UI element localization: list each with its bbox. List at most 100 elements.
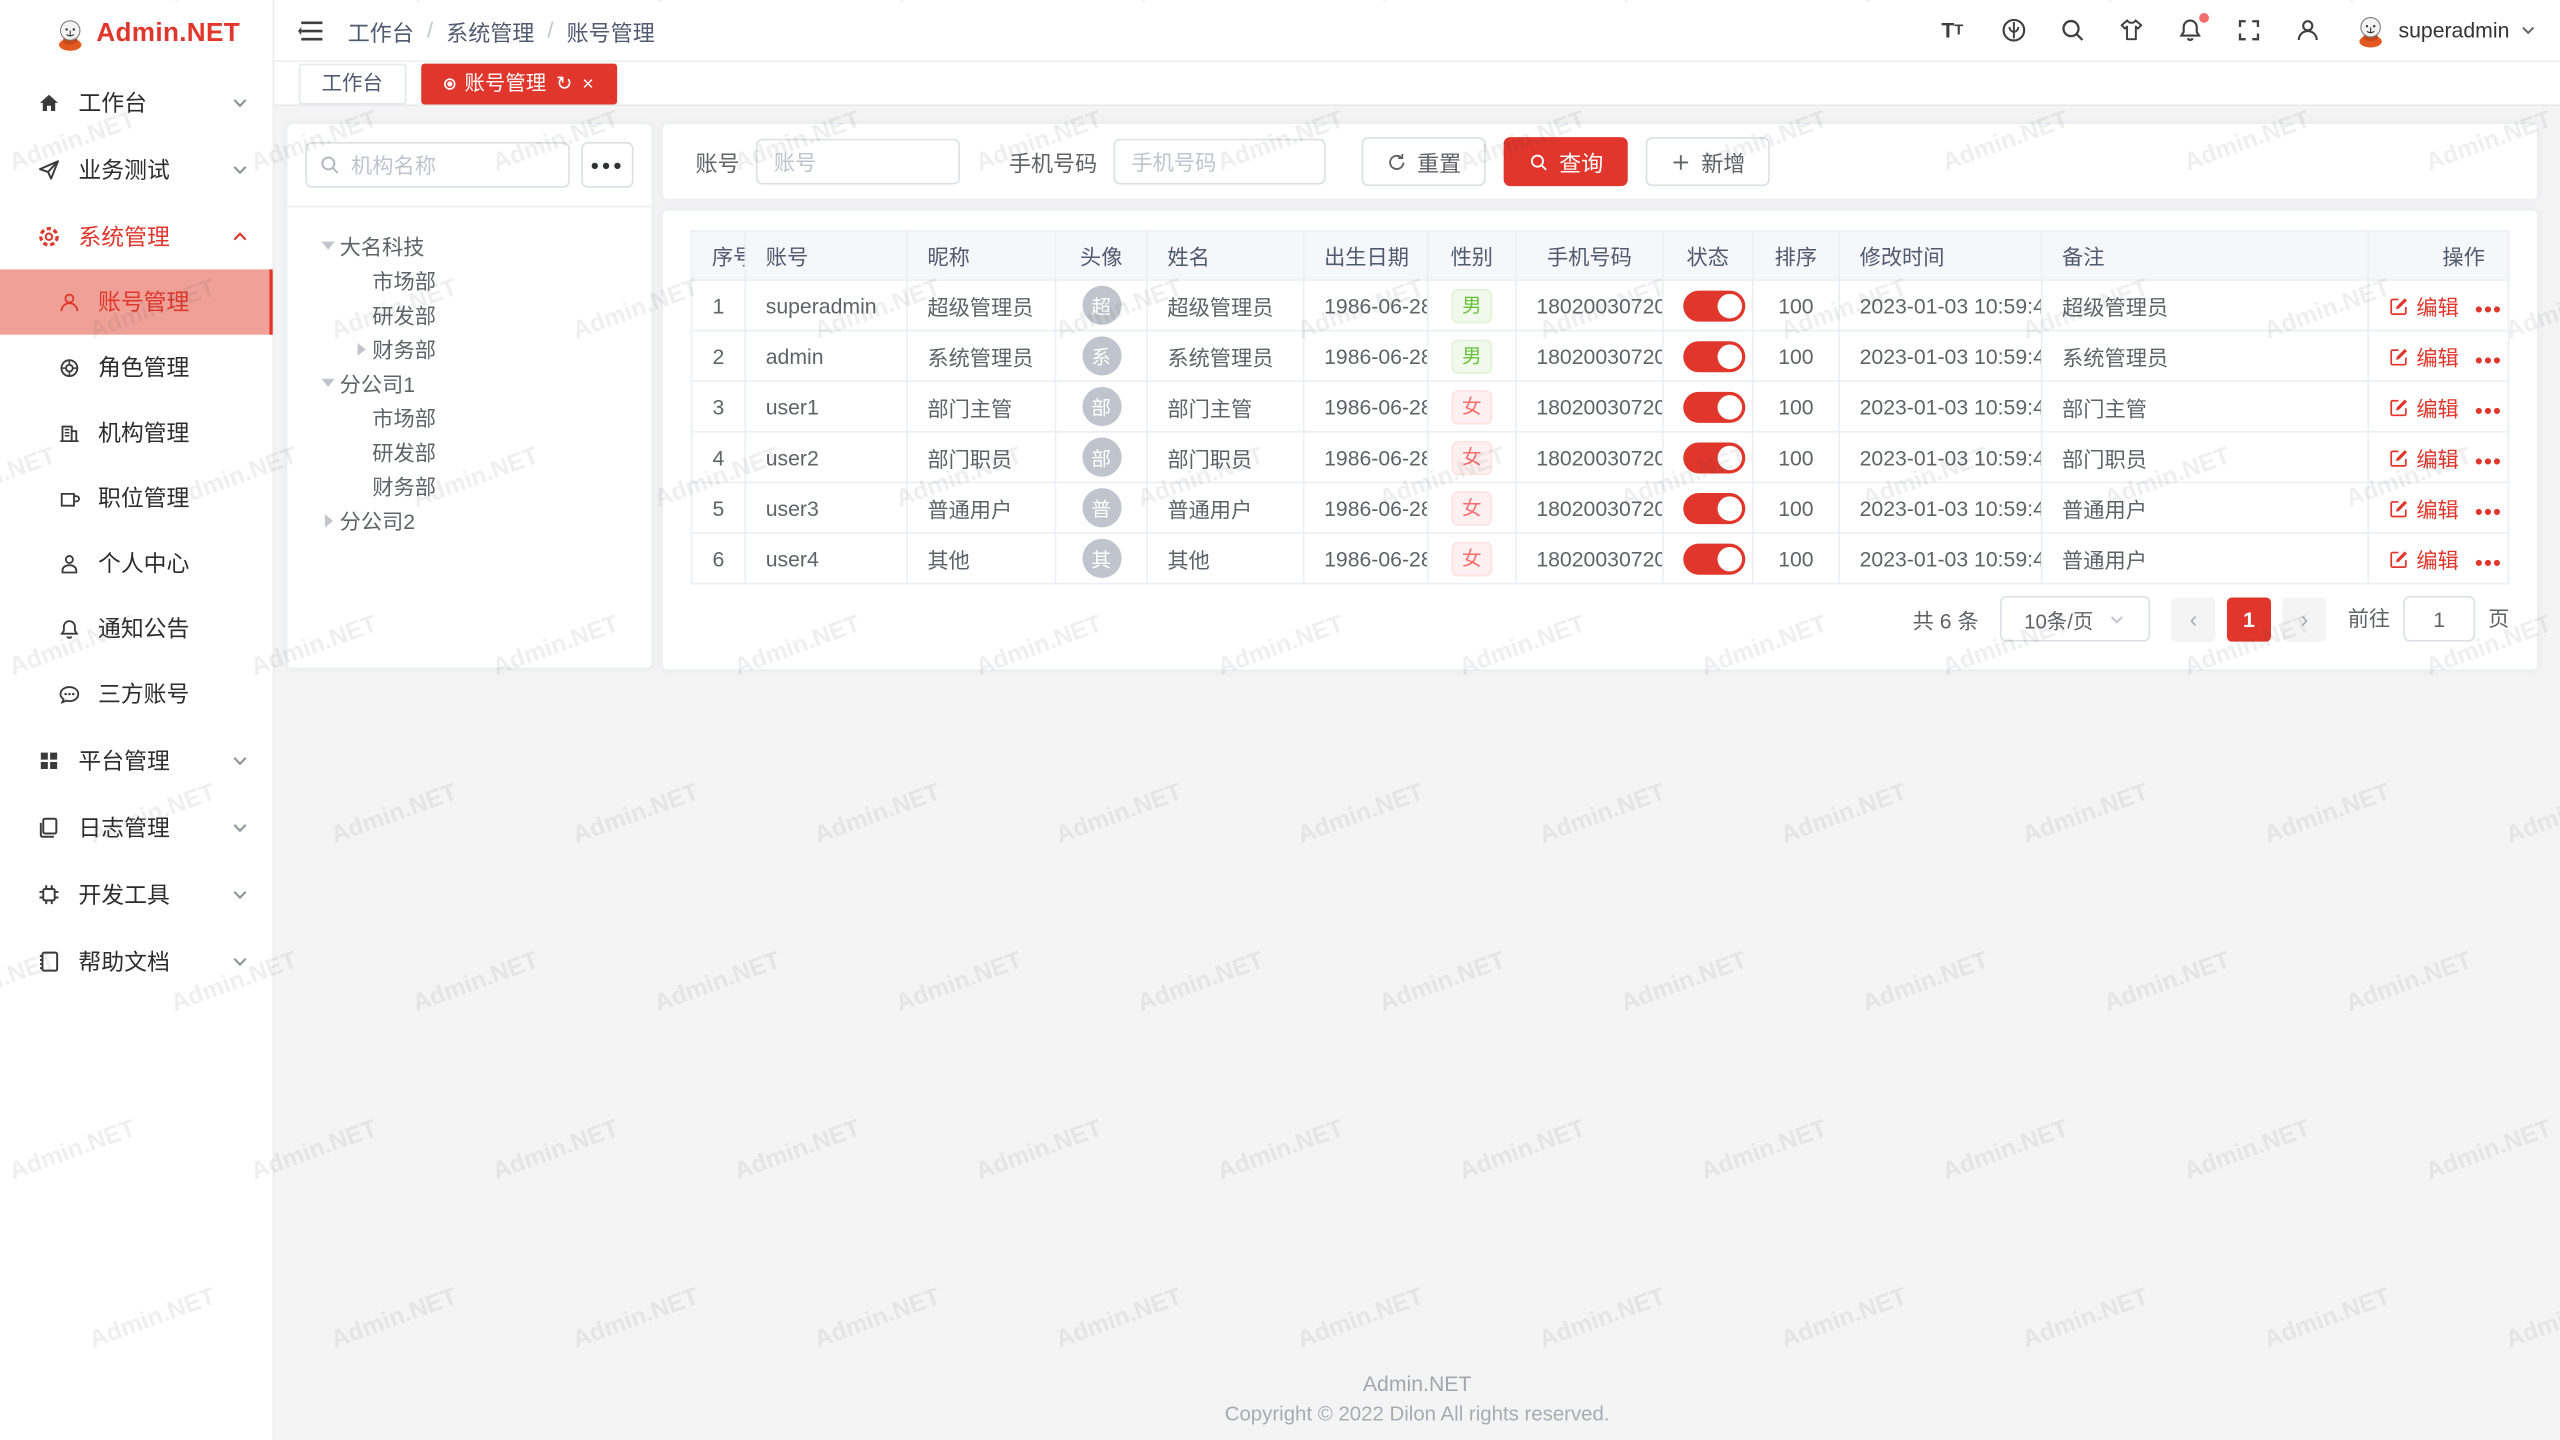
breadcrumb-item-workbench[interactable]: 工作台 — [348, 14, 414, 47]
edit-button[interactable]: 编辑 — [2389, 492, 2459, 523]
edit-button[interactable]: 编辑 — [2389, 442, 2459, 473]
sex-badge: 女 — [1452, 389, 1491, 423]
content-area: ●●● 大名科技市场部研发部财务部分公司1市场部研发部财务部分公司2 账号 手机… — [274, 106, 2560, 1440]
edit-button[interactable]: 编辑 — [2389, 391, 2459, 422]
row-index: 5 — [691, 482, 745, 533]
status-toggle[interactable] — [1683, 290, 1745, 321]
avatar: 部 — [1082, 387, 1121, 426]
sidebar-item-home[interactable]: 工作台 — [0, 69, 273, 136]
sidebar-subitem-profile[interactable]: 个人中心 — [0, 531, 273, 596]
font-size-icon[interactable]: TT — [1941, 16, 1969, 44]
search-button[interactable]: 查询 — [1504, 137, 1628, 186]
tree-caret-icon[interactable] — [317, 371, 340, 394]
language-icon[interactable] — [2000, 16, 2028, 44]
row-more-button[interactable]: ••• — [2475, 549, 2502, 573]
user-menu[interactable]: superadmin — [2353, 12, 2537, 48]
tree-node-label: 市场部 — [372, 264, 436, 295]
sidebar-subitem-bell[interactable]: 通知公告 — [0, 596, 273, 661]
current-page-button[interactable]: 1 — [2227, 597, 2271, 641]
status-toggle[interactable] — [1683, 492, 1745, 523]
status-toggle[interactable] — [1683, 391, 1745, 422]
sidebar-subitem-position[interactable]: 职位管理 — [0, 465, 273, 530]
close-tab-icon[interactable]: × — [582, 73, 593, 93]
actions-cell: 编辑 ••• — [2368, 533, 2508, 584]
notification-bell-icon[interactable] — [2176, 16, 2204, 44]
topbar-actions: TT — [1941, 12, 2537, 48]
column-header: 头像 — [1056, 231, 1147, 280]
theme-icon[interactable] — [2118, 16, 2146, 44]
tree-caret-icon — [349, 474, 372, 497]
column-header: 昵称 — [907, 231, 1056, 280]
tree-caret-icon[interactable] — [317, 234, 340, 257]
next-page-button[interactable]: › — [2282, 597, 2326, 641]
breadcrumb-item-system[interactable]: 系统管理 — [446, 14, 534, 47]
prev-page-button[interactable]: ‹ — [2171, 597, 2215, 641]
row-more-button[interactable]: ••• — [2475, 398, 2502, 422]
account-cell: superadmin — [745, 280, 907, 331]
tree-node[interactable]: 分公司2 — [300, 503, 651, 537]
sidebar-subitem-role[interactable]: 角色管理 — [0, 335, 273, 400]
tree-node[interactable]: 市场部 — [300, 400, 651, 434]
tree-caret-icon[interactable] — [317, 509, 340, 532]
fullscreen-icon[interactable] — [2235, 16, 2263, 44]
tools-icon — [36, 881, 62, 907]
row-more-button[interactable]: ••• — [2475, 499, 2502, 523]
tree-node[interactable]: 分公司1 — [300, 366, 651, 400]
search-icon[interactable] — [2059, 16, 2087, 44]
sidebar-item-log[interactable]: 日志管理 — [0, 793, 273, 860]
goto-page-input[interactable] — [2403, 596, 2475, 642]
tree-node[interactable]: 财务部 — [300, 469, 651, 503]
bell-icon — [57, 616, 81, 640]
collapse-menu-icon[interactable] — [297, 16, 326, 45]
role-icon — [57, 355, 81, 379]
tab-account-management[interactable]: 账号管理 ↻ × — [420, 63, 616, 104]
edit-button[interactable]: 编辑 — [2389, 340, 2459, 371]
tree-caret-icon[interactable] — [349, 337, 372, 360]
status-toggle[interactable] — [1683, 442, 1745, 473]
org-search-input[interactable] — [305, 142, 569, 188]
status-toggle[interactable] — [1683, 543, 1745, 574]
add-button[interactable]: 新增 — [1646, 137, 1770, 186]
org-more-button[interactable]: ●●● — [581, 142, 633, 188]
chevron-down-icon — [230, 951, 250, 971]
edit-button[interactable]: 编辑 — [2389, 543, 2459, 574]
order-cell: 100 — [1753, 331, 1840, 382]
user-icon[interactable] — [2294, 16, 2322, 44]
sex-badge: 女 — [1452, 541, 1491, 575]
tree-node[interactable]: 大名科技 — [300, 229, 651, 263]
tree-node[interactable]: 财务部 — [300, 331, 651, 365]
tab-label: 工作台 — [322, 64, 383, 102]
remark-cell: 部门主管 — [2042, 381, 2369, 432]
column-header: 排序 — [1753, 231, 1840, 280]
sidebar-subitem-user[interactable]: 账号管理 — [0, 269, 273, 334]
account-cell: admin — [745, 331, 907, 382]
tree-node[interactable]: 市场部 — [300, 263, 651, 297]
tree-node[interactable]: 研发部 — [300, 434, 651, 468]
row-more-button[interactable]: ••• — [2475, 347, 2502, 371]
chevron-down-icon — [2108, 610, 2126, 628]
account-cell: user3 — [745, 482, 907, 533]
sidebar-item-gear[interactable]: 系统管理 — [0, 202, 273, 269]
tree-node[interactable]: 研发部 — [300, 297, 651, 331]
sidebar-item-tools[interactable]: 开发工具 — [0, 860, 273, 927]
sidebar-item-grid[interactable]: 平台管理 — [0, 727, 273, 794]
sidebar-subitem-org[interactable]: 机构管理 — [0, 400, 273, 465]
phone-input[interactable] — [1113, 139, 1325, 185]
row-more-button[interactable]: ••• — [2475, 296, 2502, 320]
sidebar-subitem-chat[interactable]: 三方账号 — [0, 661, 273, 726]
account-input[interactable] — [756, 139, 960, 185]
sidebar-item-docs[interactable]: 帮助文档 — [0, 927, 273, 994]
name-cell: 超级管理员 — [1147, 280, 1304, 331]
page-size-select[interactable]: 10条/页 — [2000, 596, 2150, 642]
status-toggle[interactable] — [1683, 340, 1745, 371]
brand[interactable]: Admin.NET — [0, 0, 273, 69]
refresh-tab-icon[interactable]: ↻ — [556, 73, 572, 93]
remark-cell: 超级管理员 — [2042, 280, 2369, 331]
edit-button[interactable]: 编辑 — [2389, 290, 2459, 321]
tab-workbench[interactable]: 工作台 — [299, 63, 406, 104]
reset-button[interactable]: 重置 — [1362, 137, 1486, 186]
row-more-button[interactable]: ••• — [2475, 448, 2502, 472]
remark-cell: 普通用户 — [2042, 482, 2369, 533]
sidebar-item-send[interactable]: 业务测试 — [0, 136, 273, 203]
row-index: 2 — [691, 331, 745, 382]
